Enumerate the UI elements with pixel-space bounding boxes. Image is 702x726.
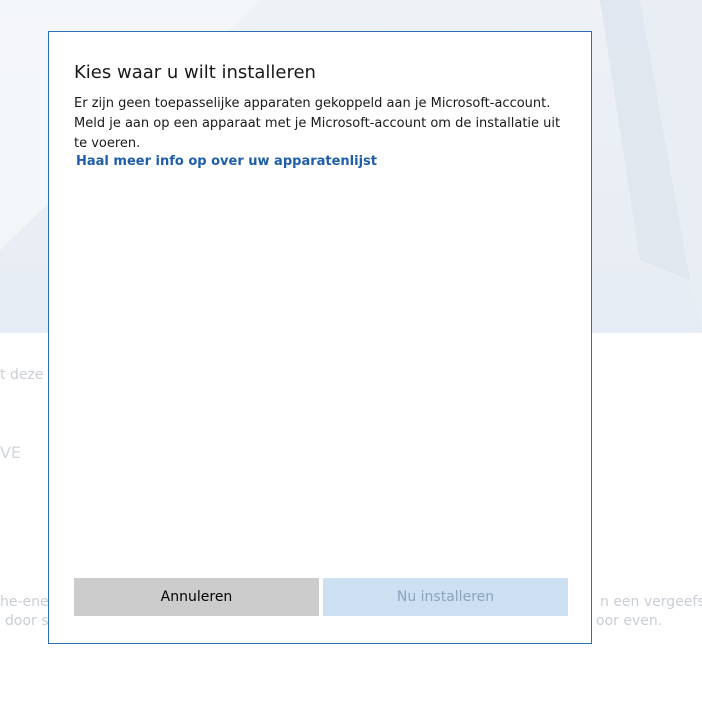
background-text: VE (0, 443, 22, 462)
dialog-message: Er zijn geen toepasselijke apparaten gek… (74, 94, 574, 154)
background-text: he-ener (0, 594, 55, 610)
background-text: t deze (0, 367, 44, 383)
background-text: n een vergeefse r (600, 594, 702, 610)
background-text: door s (5, 613, 49, 629)
cancel-button[interactable]: Annuleren (74, 578, 319, 616)
background-text: oor even. (596, 613, 663, 629)
install-location-dialog: Kies waar u wilt installeren Er zijn gee… (48, 31, 592, 644)
dialog-message-line: Meld je aan op een apparaat met je Micro… (74, 116, 561, 131)
dialog-message-line: te voeren. (74, 136, 141, 151)
device-list-info-link[interactable]: Haal meer info op over uw apparatenlijst (76, 154, 377, 169)
dialog-title: Kies waar u wilt installeren (74, 62, 316, 83)
install-now-button: Nu installeren (323, 578, 568, 616)
dialog-message-line: Er zijn geen toepasselijke apparaten gek… (74, 96, 551, 111)
